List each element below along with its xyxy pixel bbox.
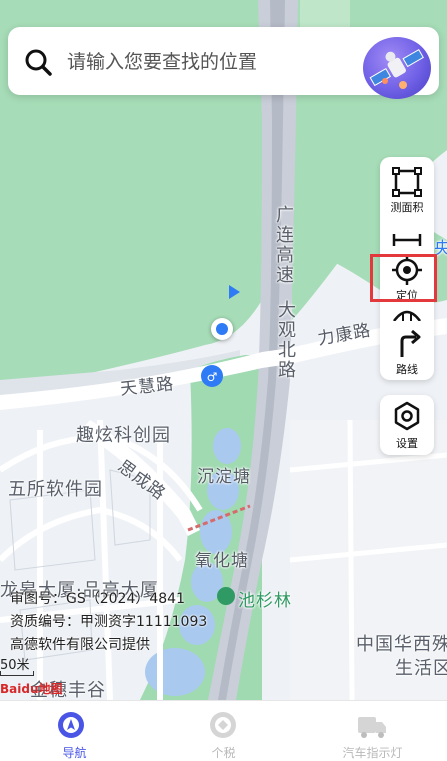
baidu-map-logo: Baidu地图: [0, 682, 63, 696]
copyright-line-1: 审图号：GS（2024）4841: [10, 591, 185, 607]
route-turn-icon: [400, 329, 421, 357]
nav-tab-tax-label: 个税: [211, 746, 236, 760]
place-label-wusuo: 五所软件园: [8, 479, 103, 500]
measure-area-label: 测面积: [390, 201, 424, 214]
measure-area-button[interactable]: 测面积: [380, 157, 434, 215]
map-scale-bar: [0, 671, 34, 676]
tax-icon: [210, 712, 236, 738]
road-label-highway: 广连高速: [273, 205, 294, 285]
search-placeholder[interactable]: 请输入您要查找的位置: [67, 47, 257, 74]
ruler-icon: [392, 234, 422, 246]
place-label-chendian: 沉淀塘: [197, 467, 251, 487]
place-label-yanghua: 氧化塘: [195, 551, 249, 571]
svg-text:♂: ♂: [207, 370, 218, 384]
traffic-icon: [392, 310, 422, 321]
road-label-daguan-north: 大观北路: [275, 300, 296, 380]
satellite-icon[interactable]: [363, 37, 431, 99]
nav-tab-navigation[interactable]: 导航: [0, 701, 149, 761]
car-indicator-icon: [358, 717, 386, 738]
route-label: 路线: [396, 363, 418, 376]
nav-tab-navigation-label: 导航: [62, 746, 87, 760]
settings-hexagon-icon: [394, 401, 420, 431]
copyright-line-3: 高德软件有限公司提供: [10, 637, 150, 653]
place-label-shenghuoqu: 生活区: [395, 658, 447, 679]
current-location-marker: [211, 318, 233, 340]
copyright-line-2: 资质编号：甲测资字11111093: [10, 614, 208, 630]
search-bar[interactable]: 请输入您要查找的位置: [8, 27, 439, 99]
measure-area-icon: [392, 167, 422, 197]
nav-tab-tax[interactable]: 个税: [149, 701, 298, 761]
settings-button[interactable]: 设置: [380, 395, 434, 455]
nav-tab-car-indicator-label: 汽车指示灯: [342, 746, 403, 760]
navigation-icon: [58, 712, 84, 738]
settings-label: 设置: [396, 437, 418, 450]
place-label-quxuan: 趣炫科创园: [76, 425, 171, 446]
locate-highlight-box: [370, 254, 437, 302]
search-icon: [25, 49, 52, 76]
bottom-navigation: 导航 个税 汽车指示灯: [0, 700, 447, 761]
traffic-button[interactable]: [380, 307, 434, 321]
route-button[interactable]: 路线: [380, 325, 434, 379]
measure-distance-button[interactable]: [380, 229, 434, 249]
place-label-chishanlin: 池杉林: [238, 591, 292, 611]
map-copyright: 审图号：GS（2024）4841 资质编号：甲测资字11111093 高德软件有…: [10, 588, 207, 657]
place-label-zhongguo-huaxi: 中国华西殊: [356, 634, 447, 655]
nav-tab-car-indicator[interactable]: 汽车指示灯: [298, 701, 447, 761]
